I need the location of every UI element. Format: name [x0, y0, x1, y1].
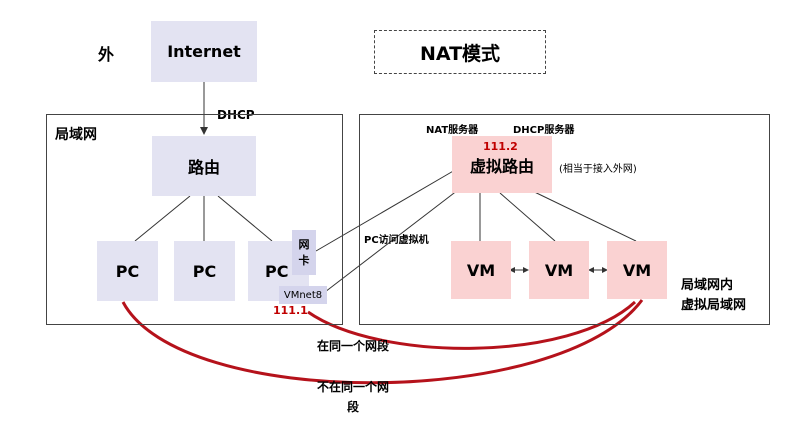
virtual-lan-label: 局域网内 虚拟局域网: [681, 278, 747, 313]
internet-box: Internet: [151, 21, 257, 82]
pc-access-vm-label: PC访问虚拟机: [364, 235, 429, 246]
nat-server-label: NAT服务器: [426, 125, 479, 136]
vm1-box: VM: [451, 241, 511, 299]
vmnet8-box: VMnet8: [279, 286, 327, 304]
virtual-router-ip-label: 111.2: [483, 140, 518, 153]
pc2-box: PC: [174, 241, 235, 301]
pc1-box: PC: [97, 241, 158, 301]
nat-mode-diagram: 外 Internet NAT模式 DHCP 局域网 路由 PC PC PC 网 …: [0, 0, 812, 433]
nic-box: 网 卡: [292, 230, 316, 275]
virtual-router-note: (相当于接入外网): [559, 164, 637, 175]
dhcp-server-label: DHCP服务器: [513, 125, 575, 136]
different-segment-label: 不在同一个网 段: [317, 380, 390, 414]
router-box: 路由: [152, 136, 256, 196]
host-ip-label: 111.1: [273, 304, 308, 317]
outside-label: 外: [98, 45, 115, 64]
same-segment-label: 在同一个网段: [317, 339, 390, 353]
vm3-box: VM: [607, 241, 667, 299]
vm2-box: VM: [529, 241, 589, 299]
mode-title-box: NAT模式: [374, 30, 546, 74]
lan-title: 局域网: [55, 127, 97, 143]
